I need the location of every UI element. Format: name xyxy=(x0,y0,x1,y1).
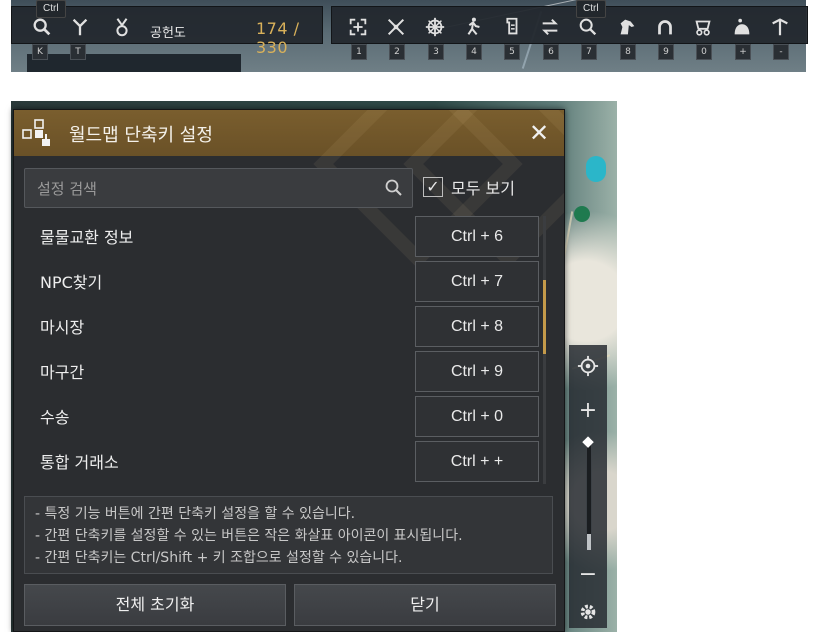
anchor-icon[interactable] xyxy=(766,13,794,41)
close-icon[interactable]: ✕ xyxy=(524,118,554,148)
carriage-icon[interactable] xyxy=(689,13,717,41)
shortcut-key-plus: + xyxy=(735,44,751,60)
shortcut-key-1: 1 xyxy=(351,44,367,60)
zoom-slider-track[interactable] xyxy=(586,443,592,551)
horseshoe-icon[interactable] xyxy=(651,13,679,41)
shortcut-key-3: 3 xyxy=(428,44,444,60)
shortcut-key-button[interactable]: Ctrl + 6 xyxy=(415,216,539,257)
toolbar-right-group xyxy=(331,6,808,44)
crossed-tools-icon[interactable] xyxy=(382,13,410,41)
zoom-out-icon[interactable]: − xyxy=(569,555,607,593)
help-text-line: - 특정 기능 버튼에 간편 단축키 설정을 할 수 있습니다. xyxy=(35,506,356,522)
ship-wheel-icon[interactable] xyxy=(421,13,449,41)
map-side-controls: + ◆ − xyxy=(569,345,607,628)
shortcut-key-8: 8 xyxy=(620,44,636,60)
horse-icon[interactable] xyxy=(613,13,641,41)
search-input[interactable] xyxy=(35,169,379,209)
search-box xyxy=(24,168,413,209)
shortcut-key-button[interactable]: Ctrl + + xyxy=(415,441,539,482)
show-all-checkbox[interactable]: ✓ 모두 보기 xyxy=(423,174,515,200)
shortcut-label: 수송 xyxy=(40,408,70,427)
checkmark-icon[interactable]: ✓ xyxy=(423,177,443,197)
shortcut-label: 통합 거래소 xyxy=(40,453,119,472)
shortcut-key-7: 7 xyxy=(581,44,597,60)
shortcut-key-minus: - xyxy=(773,44,789,60)
shortcut-settings-icon xyxy=(22,119,50,146)
ctrl-tooltip: Ctrl xyxy=(576,0,606,18)
shortcut-row: NPC찾기 Ctrl + 7 xyxy=(24,259,539,303)
running-man-icon[interactable] xyxy=(459,13,487,41)
shortcut-row: 수송 Ctrl + 0 xyxy=(24,394,539,438)
shortcut-key-k: K xyxy=(32,44,48,60)
close-button[interactable]: 닫기 xyxy=(294,584,556,626)
contribution-icon xyxy=(108,13,136,41)
crosshair-expand-icon[interactable] xyxy=(344,13,372,41)
settings-gear-icon[interactable] xyxy=(569,593,607,631)
ctrl-tooltip: Ctrl xyxy=(36,0,66,18)
toolbar-shadow-panel xyxy=(27,54,241,72)
locate-player-icon[interactable] xyxy=(569,347,607,385)
shortcut-key-5: 5 xyxy=(504,44,520,60)
show-all-label: 모두 보기 xyxy=(451,179,515,198)
shortcut-key-9: 9 xyxy=(658,44,674,60)
zoom-slider-thumb[interactable]: ◆ xyxy=(578,434,598,449)
shortcut-label: 물물교환 정보 xyxy=(40,228,134,247)
search-icon[interactable] xyxy=(384,178,404,198)
shortcut-row: 마시장 Ctrl + 8 xyxy=(24,304,539,348)
money-bag-icon[interactable] xyxy=(728,13,756,41)
shortcut-key-t: T xyxy=(70,44,86,60)
help-text-line: - 간편 단축키를 설정할 수 있는 버튼은 작은 화살표 아이콘이 표시됩니다… xyxy=(35,528,463,544)
shortcut-label: NPC찾기 xyxy=(40,273,103,292)
shortcut-key-4: 4 xyxy=(466,44,482,60)
player-marker-icon[interactable] xyxy=(586,156,606,182)
shortcut-key-button[interactable]: Ctrl + 7 xyxy=(415,261,539,302)
shortcut-key-0: 0 xyxy=(696,44,712,60)
shortcut-key-button[interactable]: Ctrl + 8 xyxy=(415,306,539,347)
zoom-in-icon[interactable]: + xyxy=(569,391,607,429)
pin-icon[interactable] xyxy=(66,13,94,41)
shortcut-settings-dialog: 월드맵 단축키 설정 ✕ ✓ 모두 보기 물물교환 정보 Ctrl + 6 NP… xyxy=(13,109,565,632)
list-scrollbar[interactable] xyxy=(543,216,546,484)
shortcut-row: 물물교환 정보 Ctrl + 6 xyxy=(24,214,539,258)
help-info-box: - 특정 기능 버튼에 간편 단축키 설정을 할 수 있습니다. - 간편 단축… xyxy=(24,496,553,574)
dialog-title: 월드맵 단축키 설정 xyxy=(69,125,213,146)
scroll-icon[interactable] xyxy=(497,13,525,41)
shortcut-key-2: 2 xyxy=(389,44,405,60)
shortcut-label: 마시장 xyxy=(40,318,85,337)
shortcut-label: 마구간 xyxy=(40,363,85,382)
help-text-line: - 간편 단축키는 Ctrl/Shift + 키 조합으로 설정할 수 있습니다… xyxy=(35,550,403,566)
shortcut-row: 마구간 Ctrl + 9 xyxy=(24,349,539,393)
shortcut-row: 통합 거래소 Ctrl + + xyxy=(24,439,539,483)
zoom-slider-fill xyxy=(587,534,591,550)
reset-all-button[interactable]: 전체 초기화 xyxy=(24,584,286,626)
list-scrollbar-thumb[interactable] xyxy=(543,280,546,354)
dialog-header[interactable]: 월드맵 단축키 설정 ✕ xyxy=(14,110,564,269)
shortcut-list: 물물교환 정보 Ctrl + 6 NPC찾기 Ctrl + 7 마시장 Ctrl… xyxy=(24,214,539,486)
npc-marker-icon[interactable] xyxy=(574,206,590,222)
shortcut-key-button[interactable]: Ctrl + 0 xyxy=(415,396,539,437)
shortcut-key-6: 6 xyxy=(543,44,559,60)
shortcut-key-button[interactable]: Ctrl + 9 xyxy=(415,351,539,392)
contribution-label: 공헌도 xyxy=(150,26,186,41)
exchange-arrows-icon[interactable] xyxy=(536,13,564,41)
contribution-points: 174 / 330 xyxy=(256,19,300,57)
